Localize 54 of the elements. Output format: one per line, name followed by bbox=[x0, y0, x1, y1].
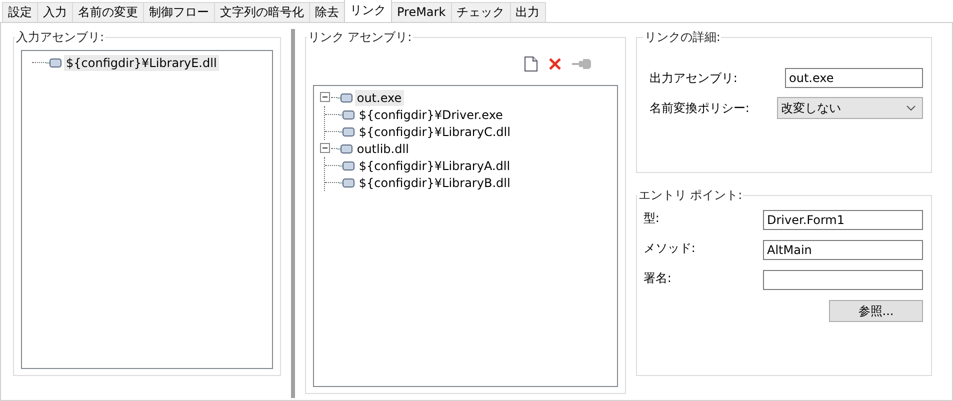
group-title: リンク アセンブリ: bbox=[306, 29, 413, 46]
tree-view[interactable]: out.exe ${configdir}¥Driver.exe ${configdir}¥LibraryC.dll outlib.dll ${configdir}¥LibraryA.dll ${configdir}¥LibraryB.dll bbox=[312, 85, 618, 387]
tree-line bbox=[324, 114, 339, 115]
tree-line bbox=[330, 148, 337, 149]
field-label: 型: bbox=[643, 210, 660, 227]
tree-item[interactable]: ${configdir}¥LibraryA.dll bbox=[356, 158, 512, 174]
tab[interactable]: 名前の変更 bbox=[72, 2, 144, 22]
tab[interactable]: チェック bbox=[450, 2, 511, 22]
tree-line bbox=[324, 165, 339, 166]
tab[interactable]: PreMark bbox=[391, 2, 452, 22]
tab[interactable]: リンク bbox=[344, 0, 392, 22]
assembly-icon bbox=[336, 92, 353, 102]
input-field[interactable] bbox=[763, 270, 923, 290]
group-title: 入力アセンブリ: bbox=[15, 29, 106, 46]
chevron-down-icon bbox=[906, 105, 916, 111]
browse-button[interactable]: 参照... bbox=[829, 300, 923, 322]
tree-item[interactable]: outlib.dll bbox=[354, 140, 411, 156]
field-label: 署名: bbox=[643, 270, 672, 287]
splitter[interactable] bbox=[290, 29, 295, 398]
tab[interactable]: 入力 bbox=[37, 2, 73, 22]
tree-line bbox=[32, 62, 46, 63]
tree-line bbox=[324, 131, 339, 132]
field-label: 出力アセンブリ: bbox=[649, 70, 738, 86]
tab[interactable]: 制御フロー bbox=[143, 2, 215, 22]
collapse-icon[interactable] bbox=[320, 92, 331, 103]
new-document-icon[interactable] bbox=[524, 56, 538, 72]
group-title: エントリ ポイント: bbox=[637, 187, 744, 204]
assembly-icon bbox=[336, 144, 353, 154]
tree-view[interactable]: ${configdir}¥LibraryE.dll bbox=[21, 50, 273, 369]
field-label: メソッド: bbox=[643, 240, 696, 257]
assembly-icon bbox=[338, 110, 355, 120]
assembly-icon bbox=[338, 160, 355, 170]
tree-item[interactable]: out.exe bbox=[354, 90, 404, 106]
tab[interactable]: 出力 bbox=[510, 2, 546, 22]
dropdown[interactable]: 改変しない bbox=[777, 97, 923, 119]
collapse-icon[interactable] bbox=[320, 143, 331, 154]
tree-item[interactable]: ${configdir}¥LibraryC.dll bbox=[356, 124, 512, 140]
assembly-icon bbox=[338, 178, 355, 188]
input-field[interactable]: AltMain bbox=[763, 240, 923, 260]
tab[interactable]: 除去 bbox=[309, 2, 345, 22]
tab[interactable]: 文字列の暗号化 bbox=[214, 2, 310, 22]
input-field[interactable]: Driver.Form1 bbox=[763, 210, 923, 230]
field-label: 名前変換ポリシー: bbox=[649, 100, 750, 116]
tab[interactable]: 設定 bbox=[2, 2, 38, 22]
tree-line bbox=[330, 97, 337, 98]
tree-item[interactable]: ${configdir}¥Driver.exe bbox=[356, 106, 505, 122]
tree-item[interactable]: ${configdir}¥LibraryB.dll bbox=[356, 174, 512, 190]
assembly-icon bbox=[46, 58, 62, 68]
input-field[interactable]: out.exe bbox=[785, 68, 923, 88]
tree-item[interactable]: ${configdir}¥LibraryE.dll bbox=[64, 54, 219, 70]
tree-line bbox=[324, 182, 339, 183]
assembly-icon bbox=[338, 126, 355, 136]
delete-icon[interactable] bbox=[548, 57, 562, 71]
group-title: リンクの詳細: bbox=[643, 29, 722, 46]
